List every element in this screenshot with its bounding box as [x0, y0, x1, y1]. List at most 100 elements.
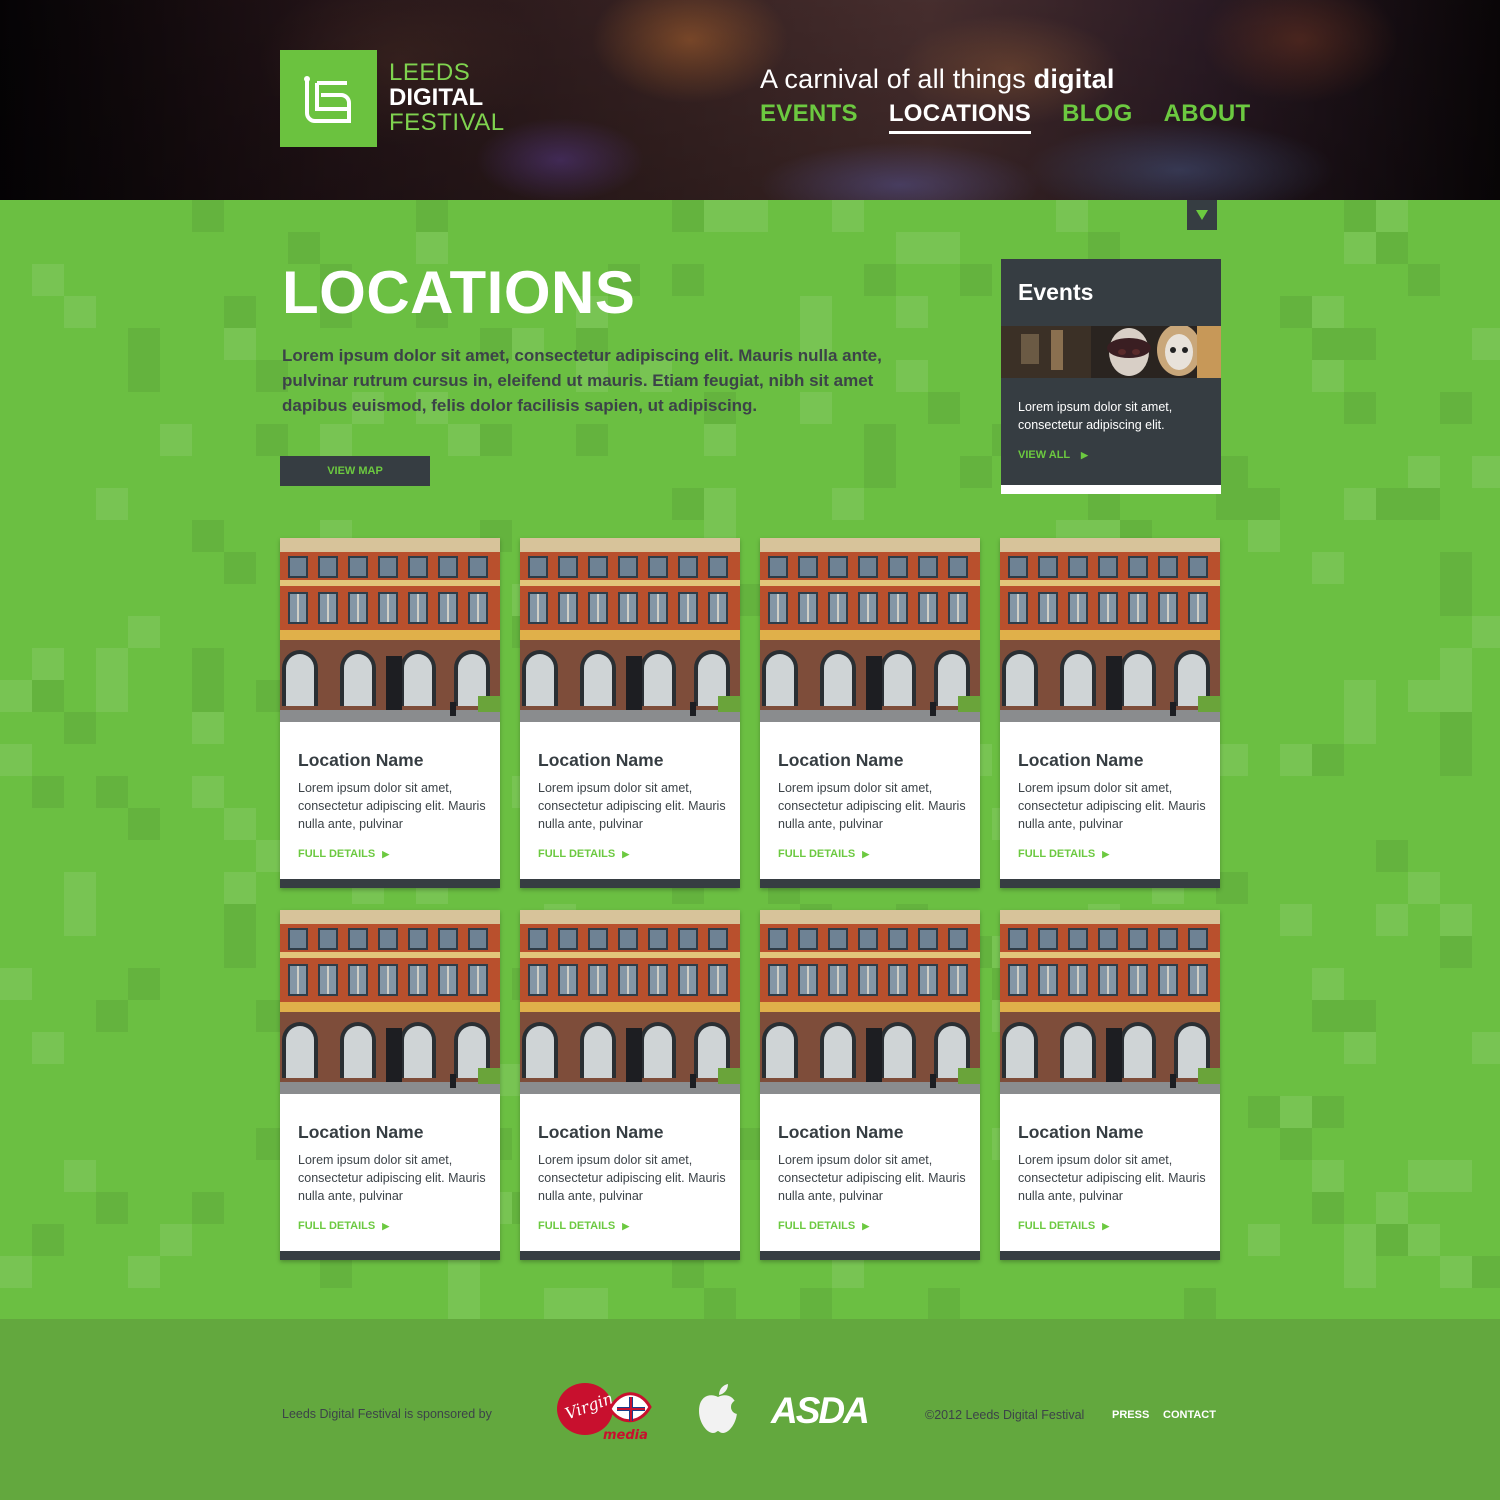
pixel-tile [224, 328, 256, 360]
location-photo[interactable] [280, 910, 500, 1094]
pixel-tile [1472, 616, 1500, 648]
contact-link[interactable]: CONTACT [1163, 1409, 1216, 1421]
pixel-tile [1376, 840, 1408, 872]
play-arrow-icon: ▶ [862, 849, 870, 859]
press-link[interactable]: PRESS [1112, 1409, 1149, 1421]
full-details-link[interactable]: FULL DETAILS ▶ [778, 1220, 869, 1232]
pixel-tile [896, 232, 928, 264]
pixel-tile [1248, 1224, 1280, 1256]
pixel-tile [96, 1192, 128, 1224]
play-arrow-icon: ▶ [1081, 450, 1088, 460]
pixel-tile [832, 488, 864, 520]
pixel-tile [0, 968, 32, 1000]
location-photo[interactable] [760, 910, 980, 1094]
festival-logo-icon [303, 75, 351, 123]
location-name: Location Name [538, 750, 664, 770]
nav-item-blog[interactable]: BLOG [1062, 100, 1133, 134]
asda-logo[interactable]: ASDA [770, 1390, 872, 1432]
pixel-tile [1376, 1224, 1408, 1256]
pixel-tile [1312, 360, 1344, 392]
full-details-link[interactable]: FULL DETAILS ▶ [1018, 1220, 1109, 1232]
pixel-tile [448, 1288, 480, 1319]
location-photo[interactable] [520, 910, 740, 1094]
events-thumbnail-image[interactable] [1001, 326, 1221, 378]
location-card[interactable]: Location Name Lorem ipsum dolor sit amet… [520, 910, 740, 1260]
card-bottom-bar [280, 879, 500, 888]
location-photo[interactable] [760, 538, 980, 722]
building-photo-graphic [280, 538, 500, 722]
dropdown-toggle-button[interactable] [1187, 200, 1217, 230]
full-details-link[interactable]: FULL DETAILS ▶ [298, 1220, 389, 1232]
location-description: Lorem ipsum dolor sit amet, consectetur … [1018, 781, 1206, 831]
events-widget-description: Lorem ipsum dolor sit amet, consectetur … [1018, 400, 1173, 432]
full-details-link[interactable]: FULL DETAILS ▶ [538, 848, 629, 860]
nav-item-locations[interactable]: LOCATIONS [888, 100, 1032, 134]
pixel-tile [192, 200, 224, 232]
logo-wordmark[interactable]: LEEDS DIGITAL FESTIVAL [389, 60, 505, 135]
pixel-tile [1312, 552, 1344, 584]
view-map-button[interactable]: VIEW MAP [280, 456, 430, 486]
pixel-tile [1312, 1192, 1344, 1224]
card-bottom-bar [520, 1251, 740, 1260]
virgin-media-logo[interactable]: Virgin media [555, 1379, 655, 1448]
full-details-label: FULL DETAILS [298, 848, 376, 860]
pixel-tile [192, 712, 224, 744]
full-details-link[interactable]: FULL DETAILS ▶ [298, 848, 389, 860]
pixel-tile [1344, 200, 1376, 232]
location-card[interactable]: Location Name Lorem ipsum dolor sit amet… [760, 538, 980, 888]
events-widget-title: Events [1018, 279, 1094, 305]
full-details-label: FULL DETAILS [538, 848, 616, 860]
pixel-tile [96, 488, 128, 520]
location-description: Lorem ipsum dolor sit amet, consectetur … [538, 1153, 726, 1203]
events-photo-graphic [1001, 326, 1221, 378]
location-card[interactable]: Location Name Lorem ipsum dolor sit amet… [280, 910, 500, 1260]
nav-item-about[interactable]: ABOUT [1164, 100, 1251, 134]
pixel-tile [1344, 1256, 1376, 1288]
location-description: Lorem ipsum dolor sit amet, consectetur … [538, 781, 726, 831]
location-photo[interactable] [1000, 910, 1220, 1094]
pixel-tile [192, 680, 224, 712]
location-card[interactable]: Location Name Lorem ipsum dolor sit amet… [280, 538, 500, 888]
location-card[interactable]: Location Name Lorem ipsum dolor sit amet… [760, 910, 980, 1260]
pixel-tile [32, 1032, 64, 1064]
location-card[interactable]: Location Name Lorem ipsum dolor sit amet… [1000, 538, 1220, 888]
sponsor-text: Leeds Digital Festival is sponsored by [282, 1407, 492, 1421]
full-details-link[interactable]: FULL DETAILS ▶ [778, 848, 869, 860]
pixel-tile [1280, 904, 1312, 936]
location-photo[interactable] [520, 538, 740, 722]
pixel-tile [1344, 1224, 1376, 1256]
header-background [0, 0, 1500, 200]
play-arrow-icon: ▶ [382, 1221, 390, 1231]
pixel-tile [192, 520, 224, 552]
full-details-label: FULL DETAILS [538, 1220, 616, 1232]
view-all-label: VIEW ALL [1018, 449, 1070, 461]
card-bottom-bar [1000, 1251, 1220, 1260]
pixel-tile [192, 776, 224, 808]
apple-logo[interactable] [695, 1383, 745, 1440]
location-photo[interactable] [1000, 538, 1220, 722]
full-details-label: FULL DETAILS [778, 848, 856, 860]
pixel-tile [32, 264, 64, 296]
location-photo[interactable] [280, 538, 500, 722]
location-card[interactable]: Location Name Lorem ipsum dolor sit amet… [520, 538, 740, 888]
location-card[interactable]: Location Name Lorem ipsum dolor sit amet… [1000, 910, 1220, 1260]
full-details-link[interactable]: FULL DETAILS ▶ [1018, 848, 1109, 860]
footer: Leeds Digital Festival is sponsored by V… [0, 1319, 1500, 1500]
pixel-tile [1344, 328, 1376, 360]
virgin-media-icon: Virgin media [557, 1383, 652, 1443]
pixel-tile [1312, 1160, 1344, 1192]
full-details-link[interactable]: FULL DETAILS ▶ [538, 1220, 629, 1232]
nav-item-events[interactable]: EVENTS [760, 100, 858, 134]
pixel-tile [800, 296, 832, 328]
card-bottom-bar [1000, 879, 1220, 888]
pixel-tile [96, 1000, 128, 1032]
pixel-tile [864, 456, 896, 488]
events-widget: Events Lorem ipsum dolor sit amet, conse… [1001, 259, 1221, 494]
pixel-tile [1312, 1096, 1344, 1128]
view-all-link[interactable]: VIEW ALL ▶ [1018, 449, 1088, 461]
pixel-tile [1408, 680, 1440, 712]
page-title: LOCATIONS [282, 259, 636, 326]
logo-mark[interactable] [280, 50, 377, 147]
play-arrow-icon: ▶ [1102, 1221, 1110, 1231]
pixel-tile [800, 1288, 832, 1319]
